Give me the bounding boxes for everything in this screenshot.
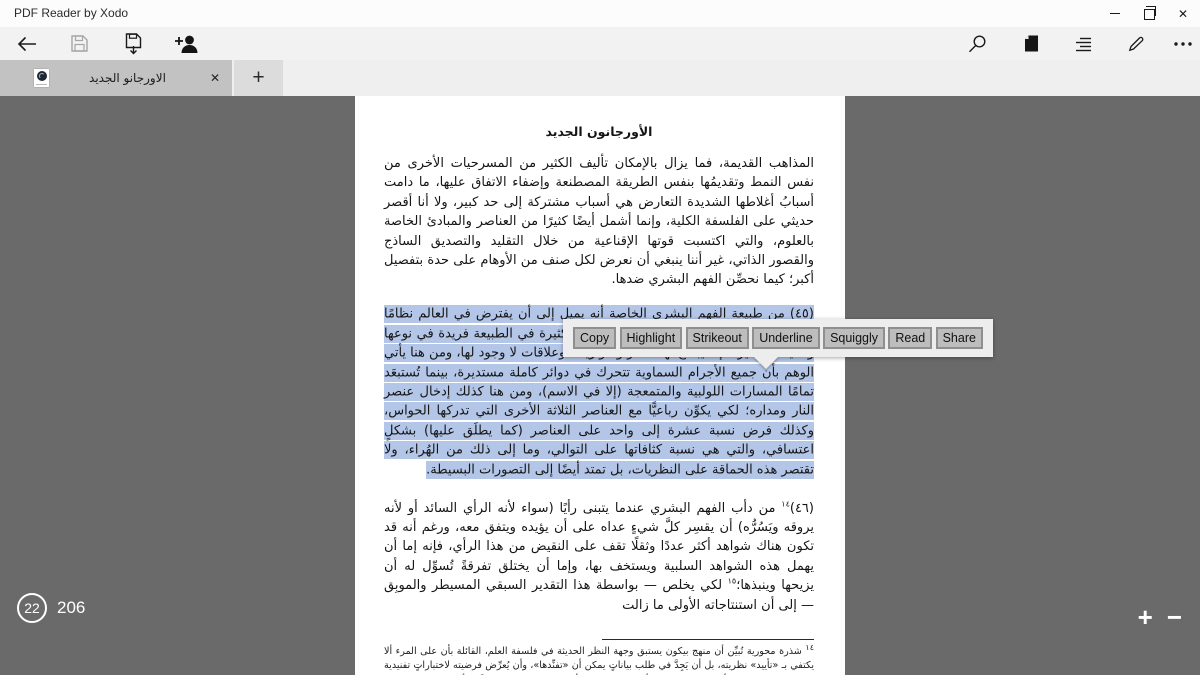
zoom-controls: + − <box>1138 604 1182 630</box>
footnote-ref: ١٤ <box>781 499 790 509</box>
minimize-button[interactable] <box>1098 0 1132 27</box>
save-button[interactable] <box>62 27 96 60</box>
document-canvas: الأورجانون الجديد المذاهب القديمة، فما ي… <box>0 96 1200 675</box>
back-arrow-icon <box>17 36 36 51</box>
page-heading: الأورجانون الجديد <box>545 124 653 139</box>
outline-list-icon <box>1076 37 1091 51</box>
outline-button[interactable] <box>1066 27 1100 60</box>
zoom-in-button[interactable]: + <box>1138 604 1153 630</box>
restore-button[interactable] <box>1132 0 1166 27</box>
highlight-button[interactable]: Highlight <box>619 327 683 349</box>
ellipsis-icon <box>1174 41 1192 46</box>
squiggly-button[interactable]: Squiggly <box>823 327 886 349</box>
add-person-icon <box>175 35 198 53</box>
save-as-button[interactable] <box>116 27 150 60</box>
footnote-ref: ١٥ <box>727 576 737 586</box>
page-thumbnails-button[interactable] <box>1014 27 1048 60</box>
copy-button[interactable]: Copy <box>573 327 617 349</box>
window-controls: ✕ <box>1098 0 1200 27</box>
total-pages-label: 206 <box>57 598 86 617</box>
add-signature-button[interactable] <box>170 27 204 60</box>
paragraph: (٤٦)١٤ من دأب الفهم البشري عندما يتبنى ر… <box>384 499 814 613</box>
context-menu-pointer <box>753 356 779 369</box>
more-button[interactable] <box>1166 27 1200 60</box>
footnote-text: ١٤ شذرة محورية تُبيِّن أن منهج بيكون يست… <box>384 642 814 675</box>
strikeout-button[interactable]: Strikeout <box>685 327 749 349</box>
annotate-button[interactable] <box>1119 27 1153 60</box>
search-icon <box>969 34 986 52</box>
footnote-separator <box>602 638 814 640</box>
close-button[interactable]: ✕ <box>1166 0 1200 27</box>
app-title: PDF Reader by Xodo <box>14 6 129 20</box>
back-button[interactable] <box>10 27 44 60</box>
close-icon: ✕ <box>1177 6 1189 21</box>
page-icon <box>1024 35 1038 52</box>
new-tab-button[interactable]: + <box>234 60 283 96</box>
underline-button[interactable]: Underline <box>752 327 820 349</box>
pdf-page: الأورجانون الجديد المذاهب القديمة، فما ي… <box>355 96 845 675</box>
tab-bar: الاورجانو الجديد ✕ + <box>0 60 1200 96</box>
current-page-badge[interactable]: 22 <box>17 593 47 623</box>
document-favicon <box>34 69 49 87</box>
share-button[interactable]: Share <box>935 327 983 349</box>
search-button[interactable] <box>960 27 994 60</box>
restore-icon <box>1143 6 1156 20</box>
text-selection-context-menu: Copy Highlight Strikeout Underline Squig… <box>563 319 993 357</box>
toolbar <box>0 27 1200 60</box>
tab-title: الاورجانو الجديد <box>89 71 166 85</box>
minimize-icon <box>1110 13 1120 14</box>
tab-document[interactable]: الاورجانو الجديد ✕ <box>0 60 232 96</box>
save-as-icon <box>125 32 141 54</box>
favicon-globe-icon <box>36 71 47 81</box>
tab-close-icon[interactable]: ✕ <box>210 72 220 84</box>
paragraph: المذاهب القديمة، فما يزال بالإمكان تأليف… <box>384 156 814 288</box>
zoom-out-button[interactable]: − <box>1167 604 1182 630</box>
pen-icon <box>1128 36 1144 51</box>
page-indicator[interactable]: 22 206 <box>17 593 85 623</box>
title-bar: PDF Reader by Xodo ✕ <box>0 0 1200 27</box>
read-button[interactable]: Read <box>888 327 933 349</box>
save-icon <box>70 35 88 52</box>
